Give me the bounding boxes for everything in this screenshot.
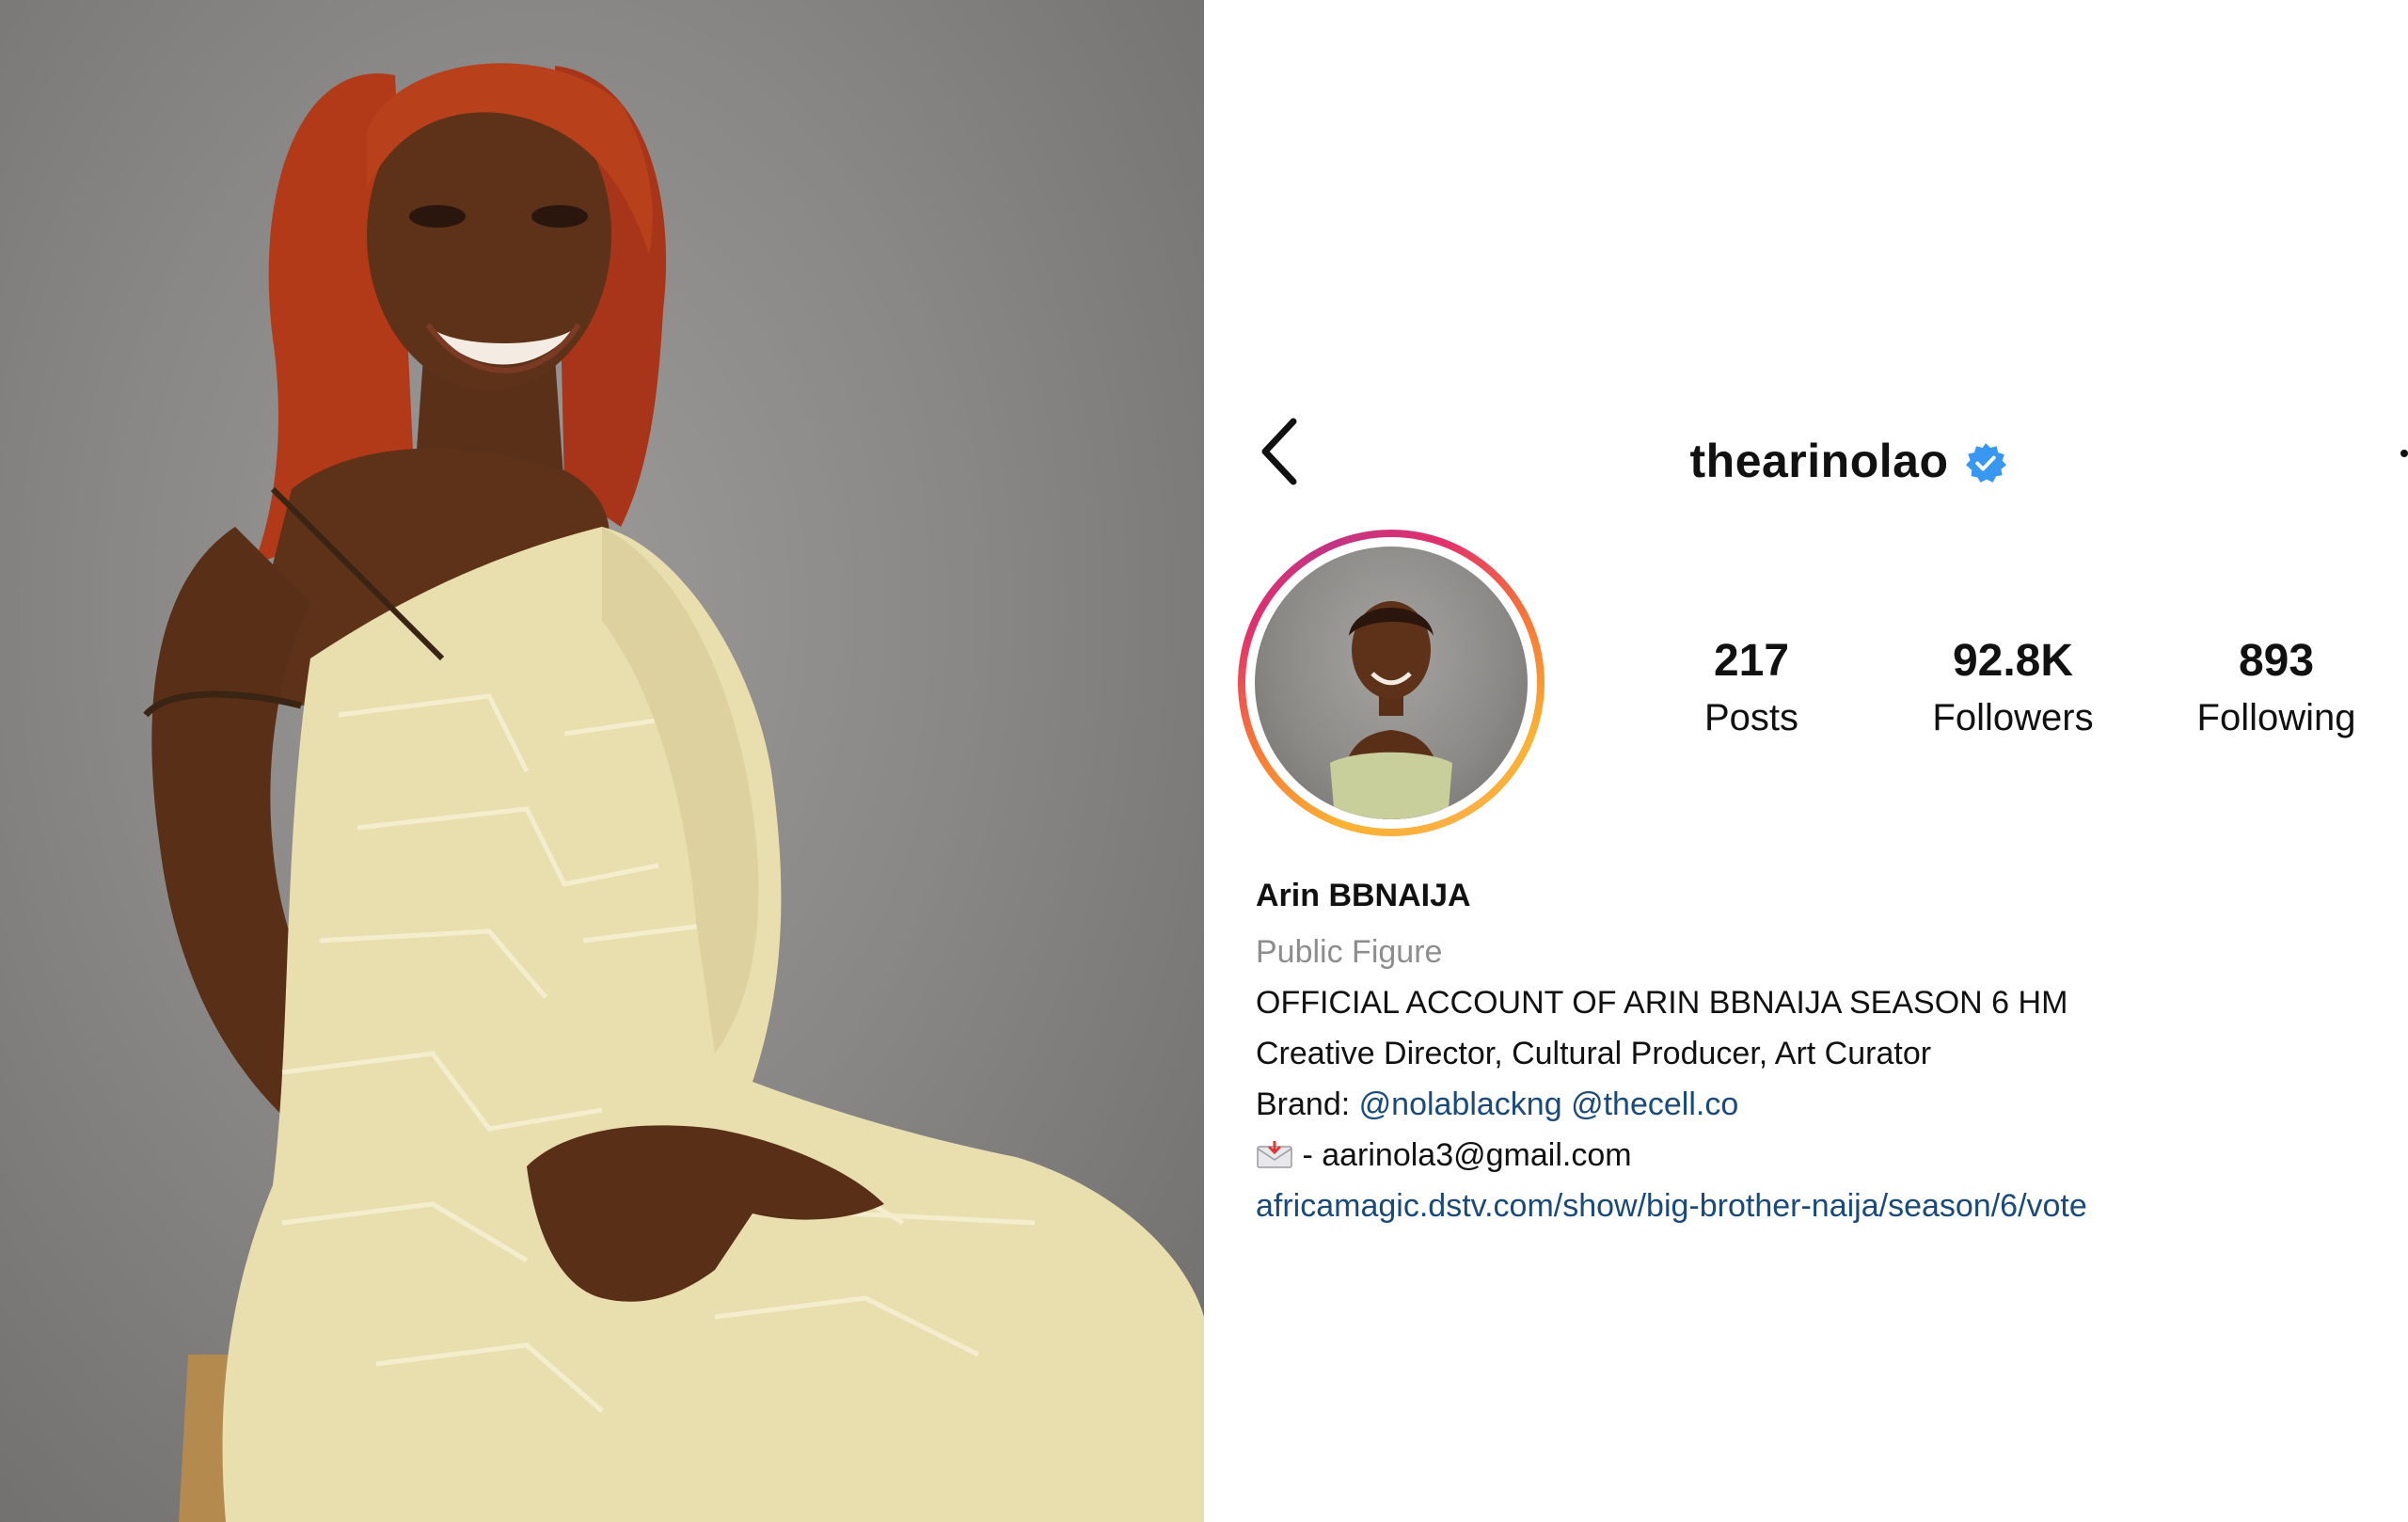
stat-posts[interactable]: 217 Posts bbox=[1667, 628, 1836, 741]
portrait-photo bbox=[0, 0, 1204, 1522]
brand-mention-nolablackng[interactable]: @nolablackng bbox=[1359, 1086, 1562, 1122]
portrait-illustration bbox=[143, 63, 1204, 1522]
website-link[interactable]: africamagic.dstv.com/show/big-brother-na… bbox=[1256, 1181, 2384, 1231]
username: thearinolao bbox=[1689, 435, 1949, 487]
avatar-illustration bbox=[1330, 601, 1452, 819]
display-name: Arin BBNAIJA bbox=[1256, 878, 1471, 913]
followers-count: 92.8K bbox=[1952, 636, 2074, 686]
posts-label: Posts bbox=[1703, 697, 1799, 738]
brand-mention-thecell[interactable]: @thecell.co bbox=[1571, 1086, 1738, 1122]
profile-header: thearinolao bbox=[1204, 423, 2408, 499]
bio-brand-line: Brand: @nolablackng @thecell.co bbox=[1256, 1079, 2384, 1130]
bio-line-2: Creative Director, Cultural Producer, Ar… bbox=[1256, 1036, 1932, 1071]
following-label: Following bbox=[2196, 697, 2356, 738]
profile-category: Public Figure bbox=[1256, 934, 1443, 970]
profile-panel: thearinolao 217 Posts 92.8K Followers 89… bbox=[1204, 0, 2408, 1522]
profile-stats: 217 Posts 92.8K Followers 893 Following bbox=[1674, 628, 2408, 741]
bio-email-line: - aarinola3@gmail.com bbox=[1256, 1130, 2384, 1181]
verified-badge-icon bbox=[1966, 443, 2007, 483]
following-count: 893 bbox=[2238, 636, 2315, 686]
email-text: - aarinola3@gmail.com bbox=[1302, 1137, 1632, 1173]
bio-line-1: OFFICIAL ACCOUNT OF ARIN BBNAIJA SEASON … bbox=[1256, 985, 2068, 1021]
composite-image: thearinolao 217 Posts 92.8K Followers 89… bbox=[0, 0, 2408, 1522]
stat-following[interactable]: 893 Following bbox=[2173, 628, 2380, 741]
stat-followers[interactable]: 92.8K Followers bbox=[1909, 628, 2116, 741]
story-ring[interactable] bbox=[1238, 530, 1545, 836]
posts-count: 217 bbox=[1713, 636, 1790, 686]
brand-prefix: Brand: bbox=[1256, 1086, 1351, 1122]
more-icon[interactable] bbox=[2400, 450, 2408, 457]
followers-label: Followers bbox=[1932, 697, 2094, 738]
envelope-icon bbox=[1257, 1141, 1292, 1168]
avatar bbox=[1255, 547, 1528, 819]
profile-bio: Arin BBNAIJA Public Figure OFFICIAL ACCO… bbox=[1256, 870, 2384, 1231]
